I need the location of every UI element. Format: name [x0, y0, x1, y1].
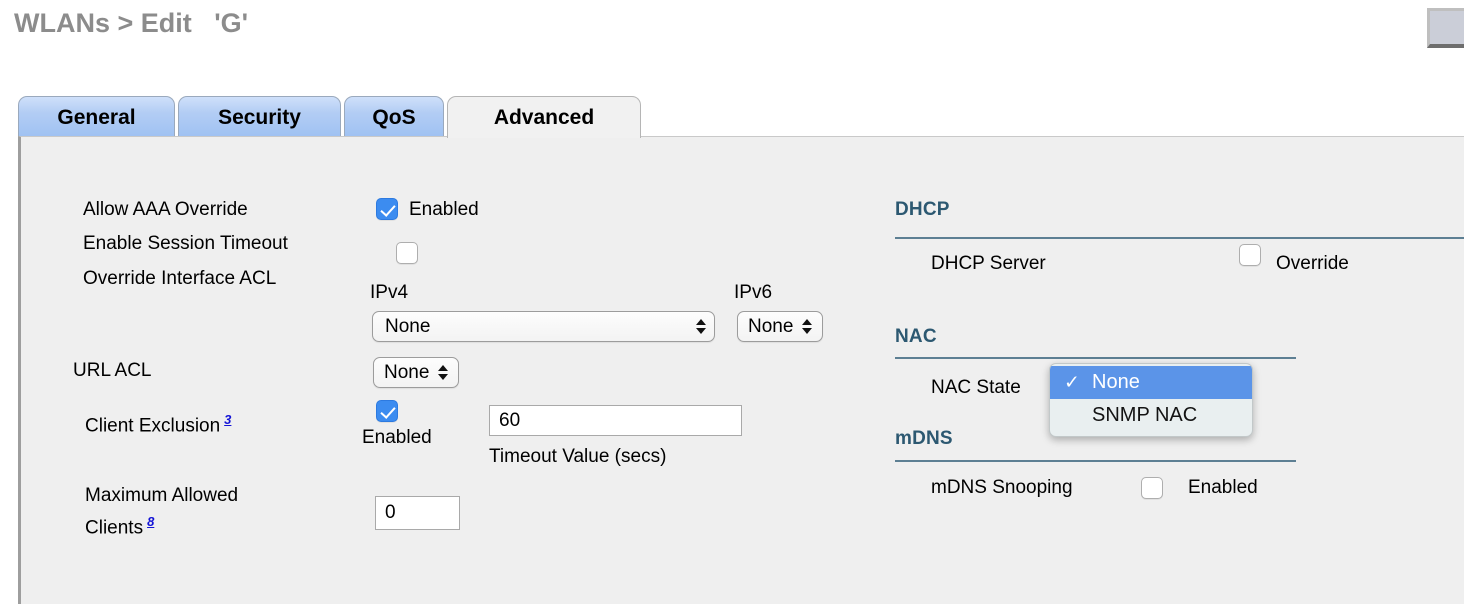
client-exclusion-enabled-label: Enabled — [362, 427, 432, 448]
client-exclusion-label: Client Exclusion 3 — [85, 412, 231, 437]
client-exclusion-footnote-link[interactable]: 3 — [224, 412, 231, 427]
client-exclusion-checkbox[interactable] — [376, 400, 398, 422]
chevron-updown-icon — [695, 317, 706, 337]
tab-advanced[interactable]: Advanced — [447, 96, 641, 138]
chevron-updown-icon — [437, 363, 448, 383]
tab-bar: General Security QoS Advanced — [18, 94, 644, 138]
ipv4-label: IPv4 — [370, 282, 409, 303]
maximum-allowed-clients-label-line1: Maximum Allowed — [85, 485, 239, 506]
maximum-allowed-clients-text: Clients — [85, 517, 144, 539]
allow-aaa-override-checkbox[interactable] — [376, 198, 398, 220]
maximum-allowed-clients-label-line2: Clients 8 — [85, 514, 154, 539]
maximum-allowed-clients-footnote-link[interactable]: 8 — [147, 514, 154, 529]
url-acl-label: URL ACL — [73, 360, 152, 381]
page-title: WLANs > Edit 'G' — [14, 8, 249, 38]
mdns-section-title: mDNS — [895, 428, 953, 449]
dhcp-override-checkbox[interactable] — [1239, 244, 1261, 266]
tab-qos-label: QoS — [372, 105, 416, 129]
nac-state-option-none[interactable]: ✓ None — [1050, 366, 1252, 399]
tab-security-label: Security — [218, 105, 301, 129]
ipv4-acl-select[interactable]: None — [372, 311, 715, 342]
tab-security[interactable]: Security — [178, 96, 341, 138]
nac-state-option-none-label: None — [1092, 371, 1140, 393]
nac-state-option-snmp-nac[interactable]: SNMP NAC — [1050, 399, 1252, 432]
dhcp-section-title: DHCP — [895, 199, 950, 220]
dhcp-override-label: Override — [1276, 253, 1349, 274]
check-icon: ✓ — [1064, 372, 1080, 393]
allow-aaa-override-enabled-label: Enabled — [409, 199, 479, 220]
tab-general-label: General — [57, 105, 136, 129]
client-exclusion-timeout-input[interactable]: 60 — [489, 405, 742, 436]
tab-general[interactable]: General — [18, 96, 175, 138]
url-acl-select[interactable]: None — [373, 357, 459, 388]
ipv6-acl-select[interactable]: None — [737, 311, 823, 342]
mdns-snooping-enabled-label: Enabled — [1188, 477, 1258, 498]
enable-session-timeout-checkbox[interactable] — [396, 242, 418, 264]
nac-state-label: NAC State — [931, 377, 1021, 398]
dhcp-section-rule — [895, 237, 1464, 239]
mdns-snooping-checkbox[interactable] — [1141, 477, 1163, 499]
ipv6-label: IPv6 — [734, 282, 773, 303]
nac-state-dropdown-menu[interactable]: ✓ None SNMP NAC — [1049, 363, 1253, 437]
chevron-updown-icon — [801, 317, 812, 337]
allow-aaa-override-label: Allow AAA Override — [83, 199, 248, 220]
override-interface-acl-label: Override Interface ACL — [83, 268, 277, 289]
tab-qos[interactable]: QoS — [344, 96, 444, 138]
mdns-section-rule — [895, 460, 1296, 462]
timeout-value-caption: Timeout Value (secs) — [489, 446, 667, 467]
tab-advanced-label: Advanced — [493, 105, 595, 129]
maximum-allowed-clients-input[interactable]: 0 — [375, 496, 460, 530]
enable-session-timeout-label: Enable Session Timeout — [83, 233, 288, 254]
corner-button[interactable] — [1427, 8, 1464, 48]
maximum-allowed-clients-value: 0 — [385, 502, 396, 523]
mdns-snooping-label: mDNS Snooping — [931, 477, 1073, 498]
nac-state-option-snmp-nac-label: SNMP NAC — [1092, 404, 1198, 426]
ipv6-acl-value: None — [748, 315, 794, 337]
url-acl-value: None — [384, 361, 430, 383]
ipv4-acl-value: None — [385, 315, 431, 337]
nac-section-title: NAC — [895, 326, 937, 347]
client-exclusion-text: Client Exclusion — [85, 415, 221, 437]
dhcp-server-label: DHCP Server — [931, 253, 1046, 274]
client-exclusion-timeout-value: 60 — [499, 409, 521, 431]
nac-section-rule — [895, 357, 1296, 359]
